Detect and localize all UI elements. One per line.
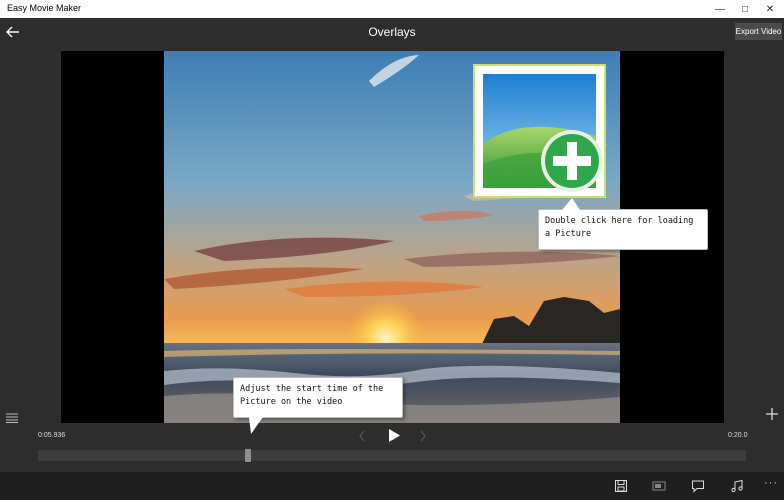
music-icon[interactable]: [730, 479, 744, 493]
timeline-thumb[interactable]: [245, 449, 252, 462]
list-icon[interactable]: [6, 410, 18, 423]
next-icon[interactable]: [418, 429, 428, 443]
add-picture-icon: [541, 130, 603, 192]
page-header: Overlays Export Video: [0, 18, 784, 48]
picture-hint-text: Double click here for loading a Picture: [545, 216, 694, 239]
maximize-button[interactable]: □: [731, 0, 759, 18]
add-icon[interactable]: [765, 407, 779, 421]
save-icon[interactable]: [614, 479, 628, 493]
caption-icon[interactable]: [691, 479, 705, 493]
start-time-hint-callout: Adjust the start time of the Picture on …: [233, 377, 403, 418]
play-icon[interactable]: [387, 428, 401, 443]
more-options-button[interactable]: ···: [764, 477, 778, 489]
total-time: 0:20.0: [728, 432, 748, 439]
title-bar: Easy Movie Maker — □ ✕: [0, 0, 784, 18]
previous-icon[interactable]: [357, 429, 367, 443]
export-video-button[interactable]: Export Video: [735, 23, 782, 40]
overlay-icon[interactable]: [652, 479, 666, 493]
minimize-button[interactable]: —: [706, 0, 734, 18]
timeline-track[interactable]: [38, 450, 746, 461]
close-button[interactable]: ✕: [756, 0, 784, 18]
picture-placeholder[interactable]: [473, 64, 606, 198]
page-title: Overlays: [368, 25, 416, 39]
picture-hint-callout: Double click here for loading a Picture: [538, 209, 708, 250]
callout-tail: [249, 417, 263, 434]
bottom-toolbar: [0, 472, 784, 500]
callout-tail: [562, 198, 580, 210]
start-time-hint-text: Adjust the start time of the Picture on …: [240, 384, 384, 407]
current-time: 0:05.936: [38, 432, 66, 439]
app-title: Easy Movie Maker: [7, 3, 82, 13]
